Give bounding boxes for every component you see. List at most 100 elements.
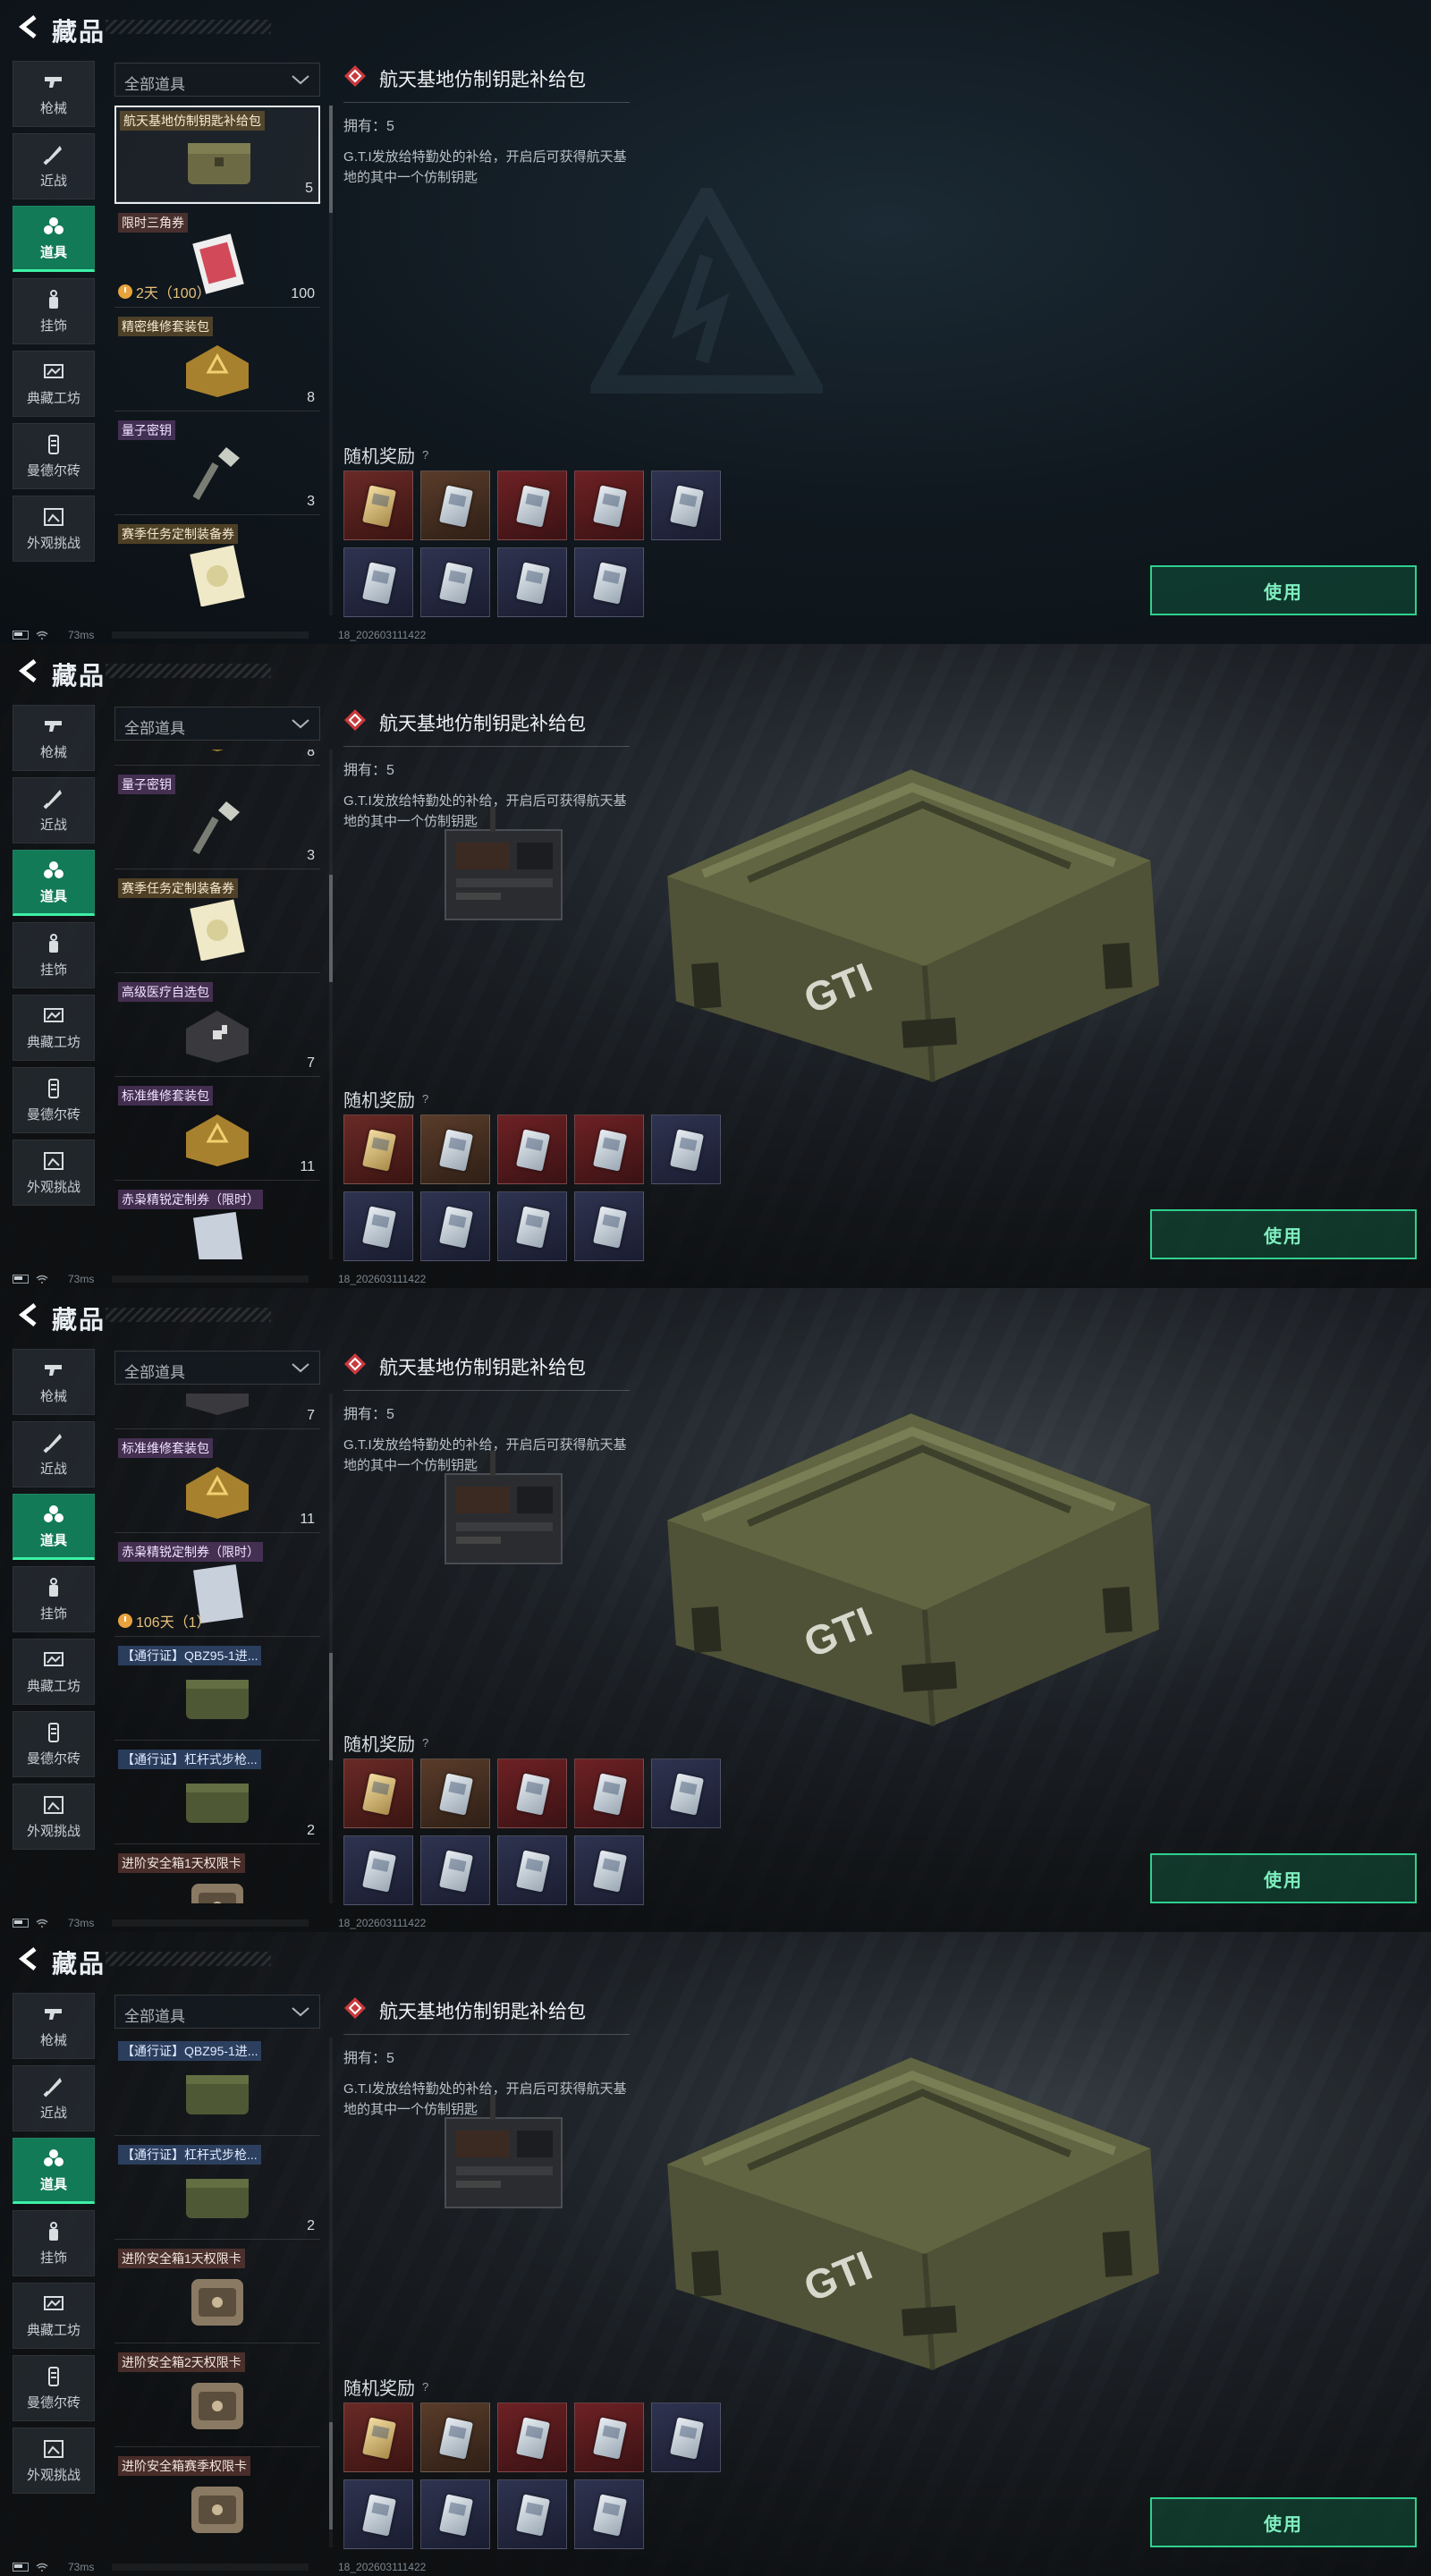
item-card[interactable]: 标准维修套装包 11 xyxy=(114,1435,320,1533)
category-dropdown[interactable]: 全部道具 xyxy=(114,1995,320,2029)
list-scrollbar[interactable] xyxy=(329,1394,333,1903)
item-card[interactable]: 赤枭精锐定制券（限时） 106天（1） xyxy=(114,1538,320,1637)
sidebar-item[interactable]: 典藏工坊 xyxy=(13,995,95,1061)
sidebar-item[interactable]: 枪械 xyxy=(13,1349,95,1415)
reward-slot[interactable] xyxy=(651,470,721,540)
item-card[interactable]: 8 xyxy=(114,750,320,766)
sidebar-item[interactable]: 外观挑战 xyxy=(13,496,95,562)
scrollbar-thumb[interactable] xyxy=(329,1653,333,1760)
reward-slot[interactable] xyxy=(343,1191,413,1261)
reward-slot[interactable] xyxy=(497,470,567,540)
sidebar-item[interactable]: 挂饰 xyxy=(13,278,95,344)
item-card[interactable]: 标准维修套装包 11 xyxy=(114,1082,320,1181)
item-card[interactable]: 限时三角券 2天（100） 100 xyxy=(114,209,320,308)
reward-slot[interactable] xyxy=(574,1191,644,1261)
scrollbar-thumb[interactable] xyxy=(329,2422,333,2529)
reward-slot[interactable] xyxy=(574,2402,644,2472)
scrollbar-thumb[interactable] xyxy=(329,106,333,213)
scrollbar-thumb[interactable] xyxy=(329,875,333,982)
item-card[interactable]: 【通行证】杠杆式步枪... 2 xyxy=(114,2141,320,2240)
item-card[interactable]: 高级医疗自选包 7 xyxy=(114,979,320,1077)
sidebar-item[interactable]: 曼德尔砖 xyxy=(13,423,95,489)
sidebar-item[interactable]: 外观挑战 xyxy=(13,2428,95,2494)
help-icon[interactable]: ? xyxy=(422,1736,428,1750)
reward-slot[interactable] xyxy=(574,2479,644,2549)
reward-slot[interactable] xyxy=(497,1835,567,1905)
reward-slot[interactable] xyxy=(420,2402,490,2472)
back-button[interactable] xyxy=(11,1943,47,1975)
reward-slot[interactable] xyxy=(497,1114,567,1184)
reward-slot[interactable] xyxy=(420,547,490,617)
use-button[interactable]: 使用 xyxy=(1150,2497,1417,2547)
reward-slot[interactable] xyxy=(574,1835,644,1905)
reward-slot[interactable] xyxy=(651,1758,721,1828)
reward-slot[interactable] xyxy=(497,1191,567,1261)
sidebar-item[interactable]: 道具 xyxy=(13,850,95,916)
sidebar-item[interactable]: 挂饰 xyxy=(13,2210,95,2276)
sidebar-item[interactable]: 近战 xyxy=(13,777,95,843)
reward-slot[interactable] xyxy=(343,547,413,617)
sidebar-item[interactable]: 枪械 xyxy=(13,61,95,127)
item-card[interactable]: 航天基地仿制钥匙补给包 5 xyxy=(114,106,322,204)
sidebar-item[interactable]: 曼德尔砖 xyxy=(13,1067,95,1133)
reward-slot[interactable] xyxy=(497,2402,567,2472)
reward-slot[interactable] xyxy=(574,470,644,540)
sidebar-item[interactable]: 近战 xyxy=(13,2065,95,2131)
item-card[interactable]: 【通行证】QBZ95-1进... xyxy=(114,1642,320,1741)
sidebar-item[interactable]: 近战 xyxy=(13,133,95,199)
sidebar-item[interactable]: 外观挑战 xyxy=(13,1784,95,1850)
reward-slot[interactable] xyxy=(497,2479,567,2549)
sidebar-item[interactable]: 挂饰 xyxy=(13,1566,95,1632)
item-card[interactable]: 量子密钥 3 xyxy=(114,771,320,869)
reward-slot[interactable] xyxy=(343,470,413,540)
sidebar-item[interactable]: 枪械 xyxy=(13,1993,95,2059)
sidebar-item[interactable]: 曼德尔砖 xyxy=(13,2355,95,2421)
category-dropdown[interactable]: 全部道具 xyxy=(114,707,320,741)
item-card[interactable]: 【通行证】杠杆式步枪... 2 xyxy=(114,1746,320,1844)
reward-slot[interactable] xyxy=(497,1758,567,1828)
item-card[interactable]: 赛季任务定制装备券 xyxy=(114,521,320,615)
sidebar-item[interactable]: 道具 xyxy=(13,206,95,272)
help-icon[interactable]: ? xyxy=(422,448,428,462)
reward-slot[interactable] xyxy=(343,1758,413,1828)
reward-slot[interactable] xyxy=(420,1191,490,1261)
help-icon[interactable]: ? xyxy=(422,2380,428,2394)
sidebar-item[interactable]: 枪械 xyxy=(13,705,95,771)
reward-slot[interactable] xyxy=(420,470,490,540)
reward-slot[interactable] xyxy=(420,1835,490,1905)
item-card[interactable]: 进阶安全箱2天权限卡 xyxy=(114,2349,320,2447)
help-icon[interactable]: ? xyxy=(422,1092,428,1106)
reward-slot[interactable] xyxy=(343,1114,413,1184)
item-card[interactable]: 【通行证】QBZ95-1进... xyxy=(114,2038,320,2136)
list-scrollbar[interactable] xyxy=(329,750,333,1259)
sidebar-item[interactable]: 道具 xyxy=(13,1494,95,1560)
reward-slot[interactable] xyxy=(343,1835,413,1905)
use-button[interactable]: 使用 xyxy=(1150,1209,1417,1259)
item-card[interactable]: 7 xyxy=(114,1394,320,1429)
reward-slot[interactable] xyxy=(343,2479,413,2549)
category-dropdown[interactable]: 全部道具 xyxy=(114,1351,320,1385)
back-button[interactable] xyxy=(11,1299,47,1331)
sidebar-item[interactable]: 典藏工坊 xyxy=(13,2283,95,2349)
list-scrollbar[interactable] xyxy=(329,2038,333,2547)
reward-slot[interactable] xyxy=(420,2479,490,2549)
item-card[interactable]: 赛季任务定制装备券 xyxy=(114,875,320,973)
sidebar-item[interactable]: 外观挑战 xyxy=(13,1140,95,1206)
back-button[interactable] xyxy=(11,11,47,43)
reward-slot[interactable] xyxy=(651,2402,721,2472)
list-scrollbar[interactable] xyxy=(329,106,333,615)
reward-slot[interactable] xyxy=(420,1114,490,1184)
sidebar-item[interactable]: 道具 xyxy=(13,2138,95,2204)
reward-slot[interactable] xyxy=(574,547,644,617)
use-button[interactable]: 使用 xyxy=(1150,565,1417,615)
sidebar-item[interactable]: 曼德尔砖 xyxy=(13,1711,95,1777)
reward-slot[interactable] xyxy=(420,1758,490,1828)
item-card[interactable]: 精密维修套装包 8 xyxy=(114,313,320,411)
sidebar-item[interactable]: 近战 xyxy=(13,1421,95,1487)
reward-slot[interactable] xyxy=(574,1114,644,1184)
sidebar-item[interactable]: 挂饰 xyxy=(13,922,95,988)
item-card[interactable]: 进阶安全箱1天权限卡 xyxy=(114,2245,320,2343)
item-card[interactable]: 进阶安全箱赛季权限卡 xyxy=(114,2453,320,2547)
item-card[interactable]: 量子密钥 3 xyxy=(114,417,320,515)
sidebar-item[interactable]: 典藏工坊 xyxy=(13,351,95,417)
